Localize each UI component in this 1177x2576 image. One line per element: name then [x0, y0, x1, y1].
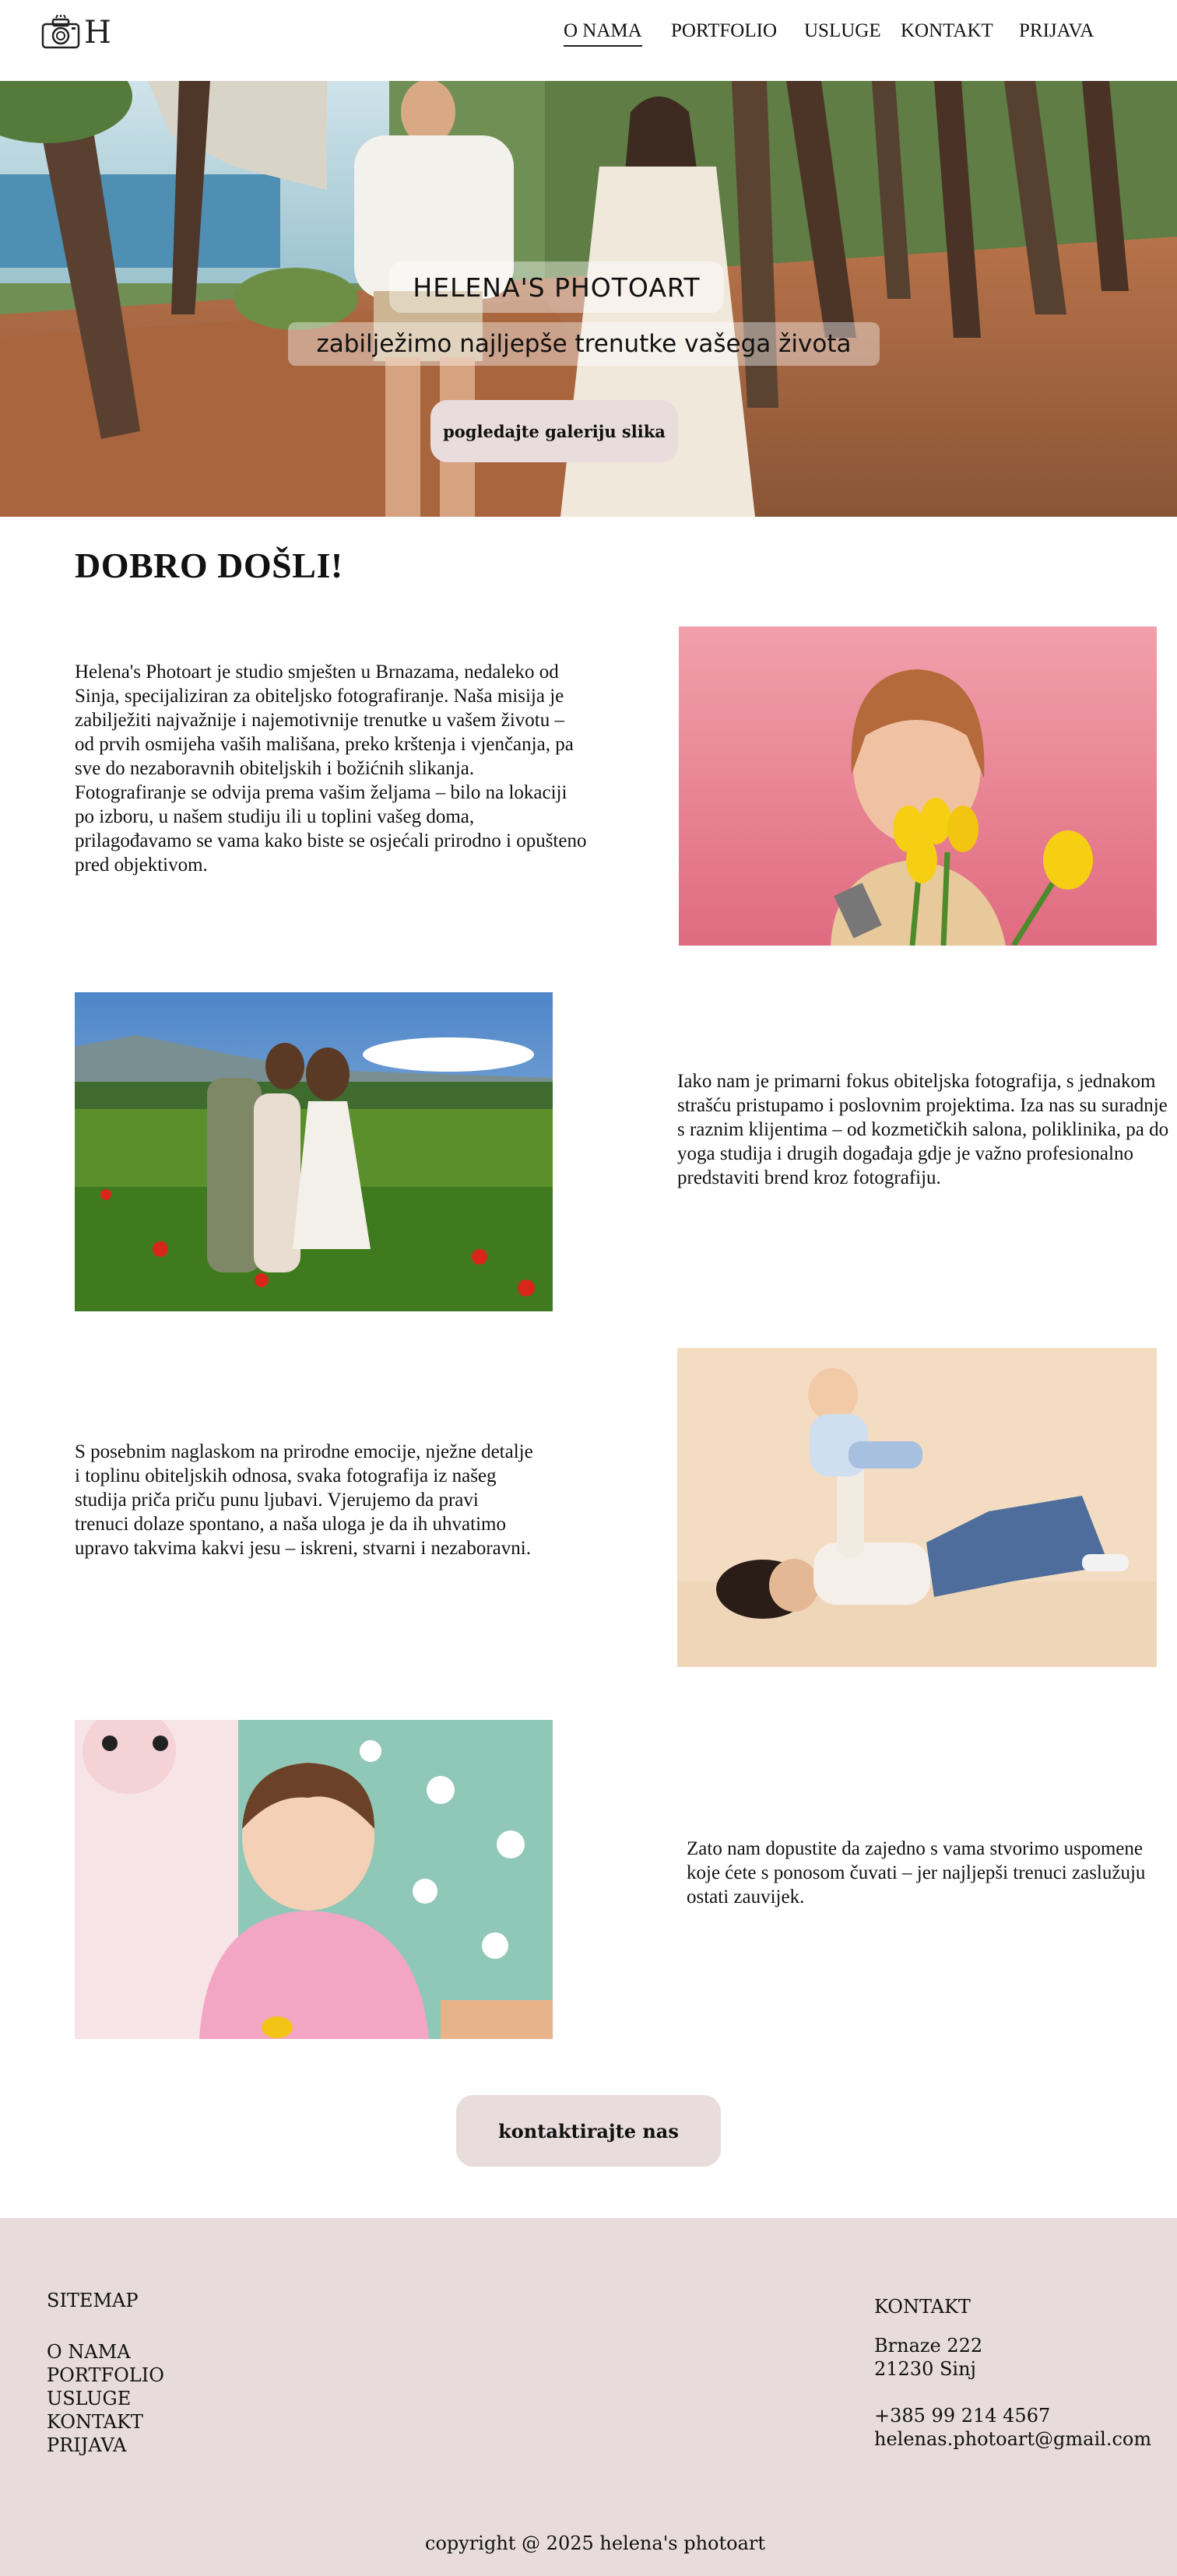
- photo-girl-tulips: [679, 626, 1157, 946]
- hero-title: HELENA'S PHOTOART: [413, 272, 701, 303]
- contact-title: KONTAKT: [874, 2296, 971, 2318]
- nav-kontakt[interactable]: KONTAKT: [901, 20, 993, 47]
- logo[interactable]: H: [40, 12, 111, 53]
- nav-usluge[interactable]: USLUGE: [804, 20, 881, 47]
- sitemap-title: SITEMAP: [47, 2290, 139, 2311]
- copyright: copyright @ 2025 helena's photoart: [425, 2532, 766, 2554]
- business-paragraph: Iako nam je primarni fokus obiteljska fo…: [677, 1071, 1169, 1188]
- gallery-button[interactable]: pogledajte galeriju slika: [430, 400, 678, 462]
- email-address[interactable]: helenas.photoart@gmail.com: [874, 2428, 1151, 2450]
- nav-o-nama[interactable]: O NAMA: [564, 20, 642, 47]
- photo-family-poppy-field: [75, 992, 553, 1311]
- site-header: H O NAMA PORTFOLIO USLUGE KONTAKT PRIJAV…: [0, 0, 1177, 81]
- photo-baby-pink-dress: [75, 1720, 553, 2039]
- hero-banner: HELENA'S PHOTOART zabilježimo najljepše …: [0, 81, 1177, 517]
- photo-mother-baby: [677, 1348, 1157, 1667]
- page-title: DOBRO DOŠLI!: [75, 546, 343, 585]
- camera-icon: [41, 15, 80, 49]
- nav-portfolio[interactable]: PORTFOLIO: [671, 20, 777, 47]
- emotions-paragraph: S posebnim naglaskom na prirodne emocije…: [75, 1441, 533, 1559]
- footer-link-o-nama[interactable]: O NAMA: [47, 2341, 131, 2363]
- hero-subtitle: zabilježimo najljepše trenutke vašega ži…: [316, 330, 852, 358]
- intro-paragraph: Helena's Photoart je studio smješten u B…: [75, 662, 587, 876]
- address-line-2: 21230 Sinj: [874, 2358, 976, 2380]
- closing-paragraph: Zato nam dopustite da zajedno s vama stv…: [687, 1838, 1146, 1907]
- hero-title-box: HELENA'S PHOTOART: [389, 261, 724, 313]
- footer-link-prijava[interactable]: PRIJAVA: [47, 2434, 127, 2456]
- footer-link-portfolio[interactable]: PORTFOLIO: [47, 2364, 164, 2386]
- nav-prijava[interactable]: PRIJAVA: [1019, 20, 1094, 47]
- contact-button[interactable]: kontaktirajte nas: [456, 2095, 721, 2167]
- site-footer: SITEMAP O NAMA PORTFOLIO USLUGE KONTAKT …: [0, 2218, 1177, 2576]
- footer-link-usluge[interactable]: USLUGE: [47, 2388, 131, 2409]
- phone-number[interactable]: +385 99 214 4567: [874, 2405, 1050, 2427]
- logo-letter: H: [84, 15, 111, 51]
- hero-subtitle-box: zabilježimo najljepše trenutke vašega ži…: [288, 322, 880, 366]
- footer-link-kontakt[interactable]: KONTAKT: [47, 2411, 143, 2433]
- address-line-1: Brnaze 222: [874, 2335, 983, 2357]
